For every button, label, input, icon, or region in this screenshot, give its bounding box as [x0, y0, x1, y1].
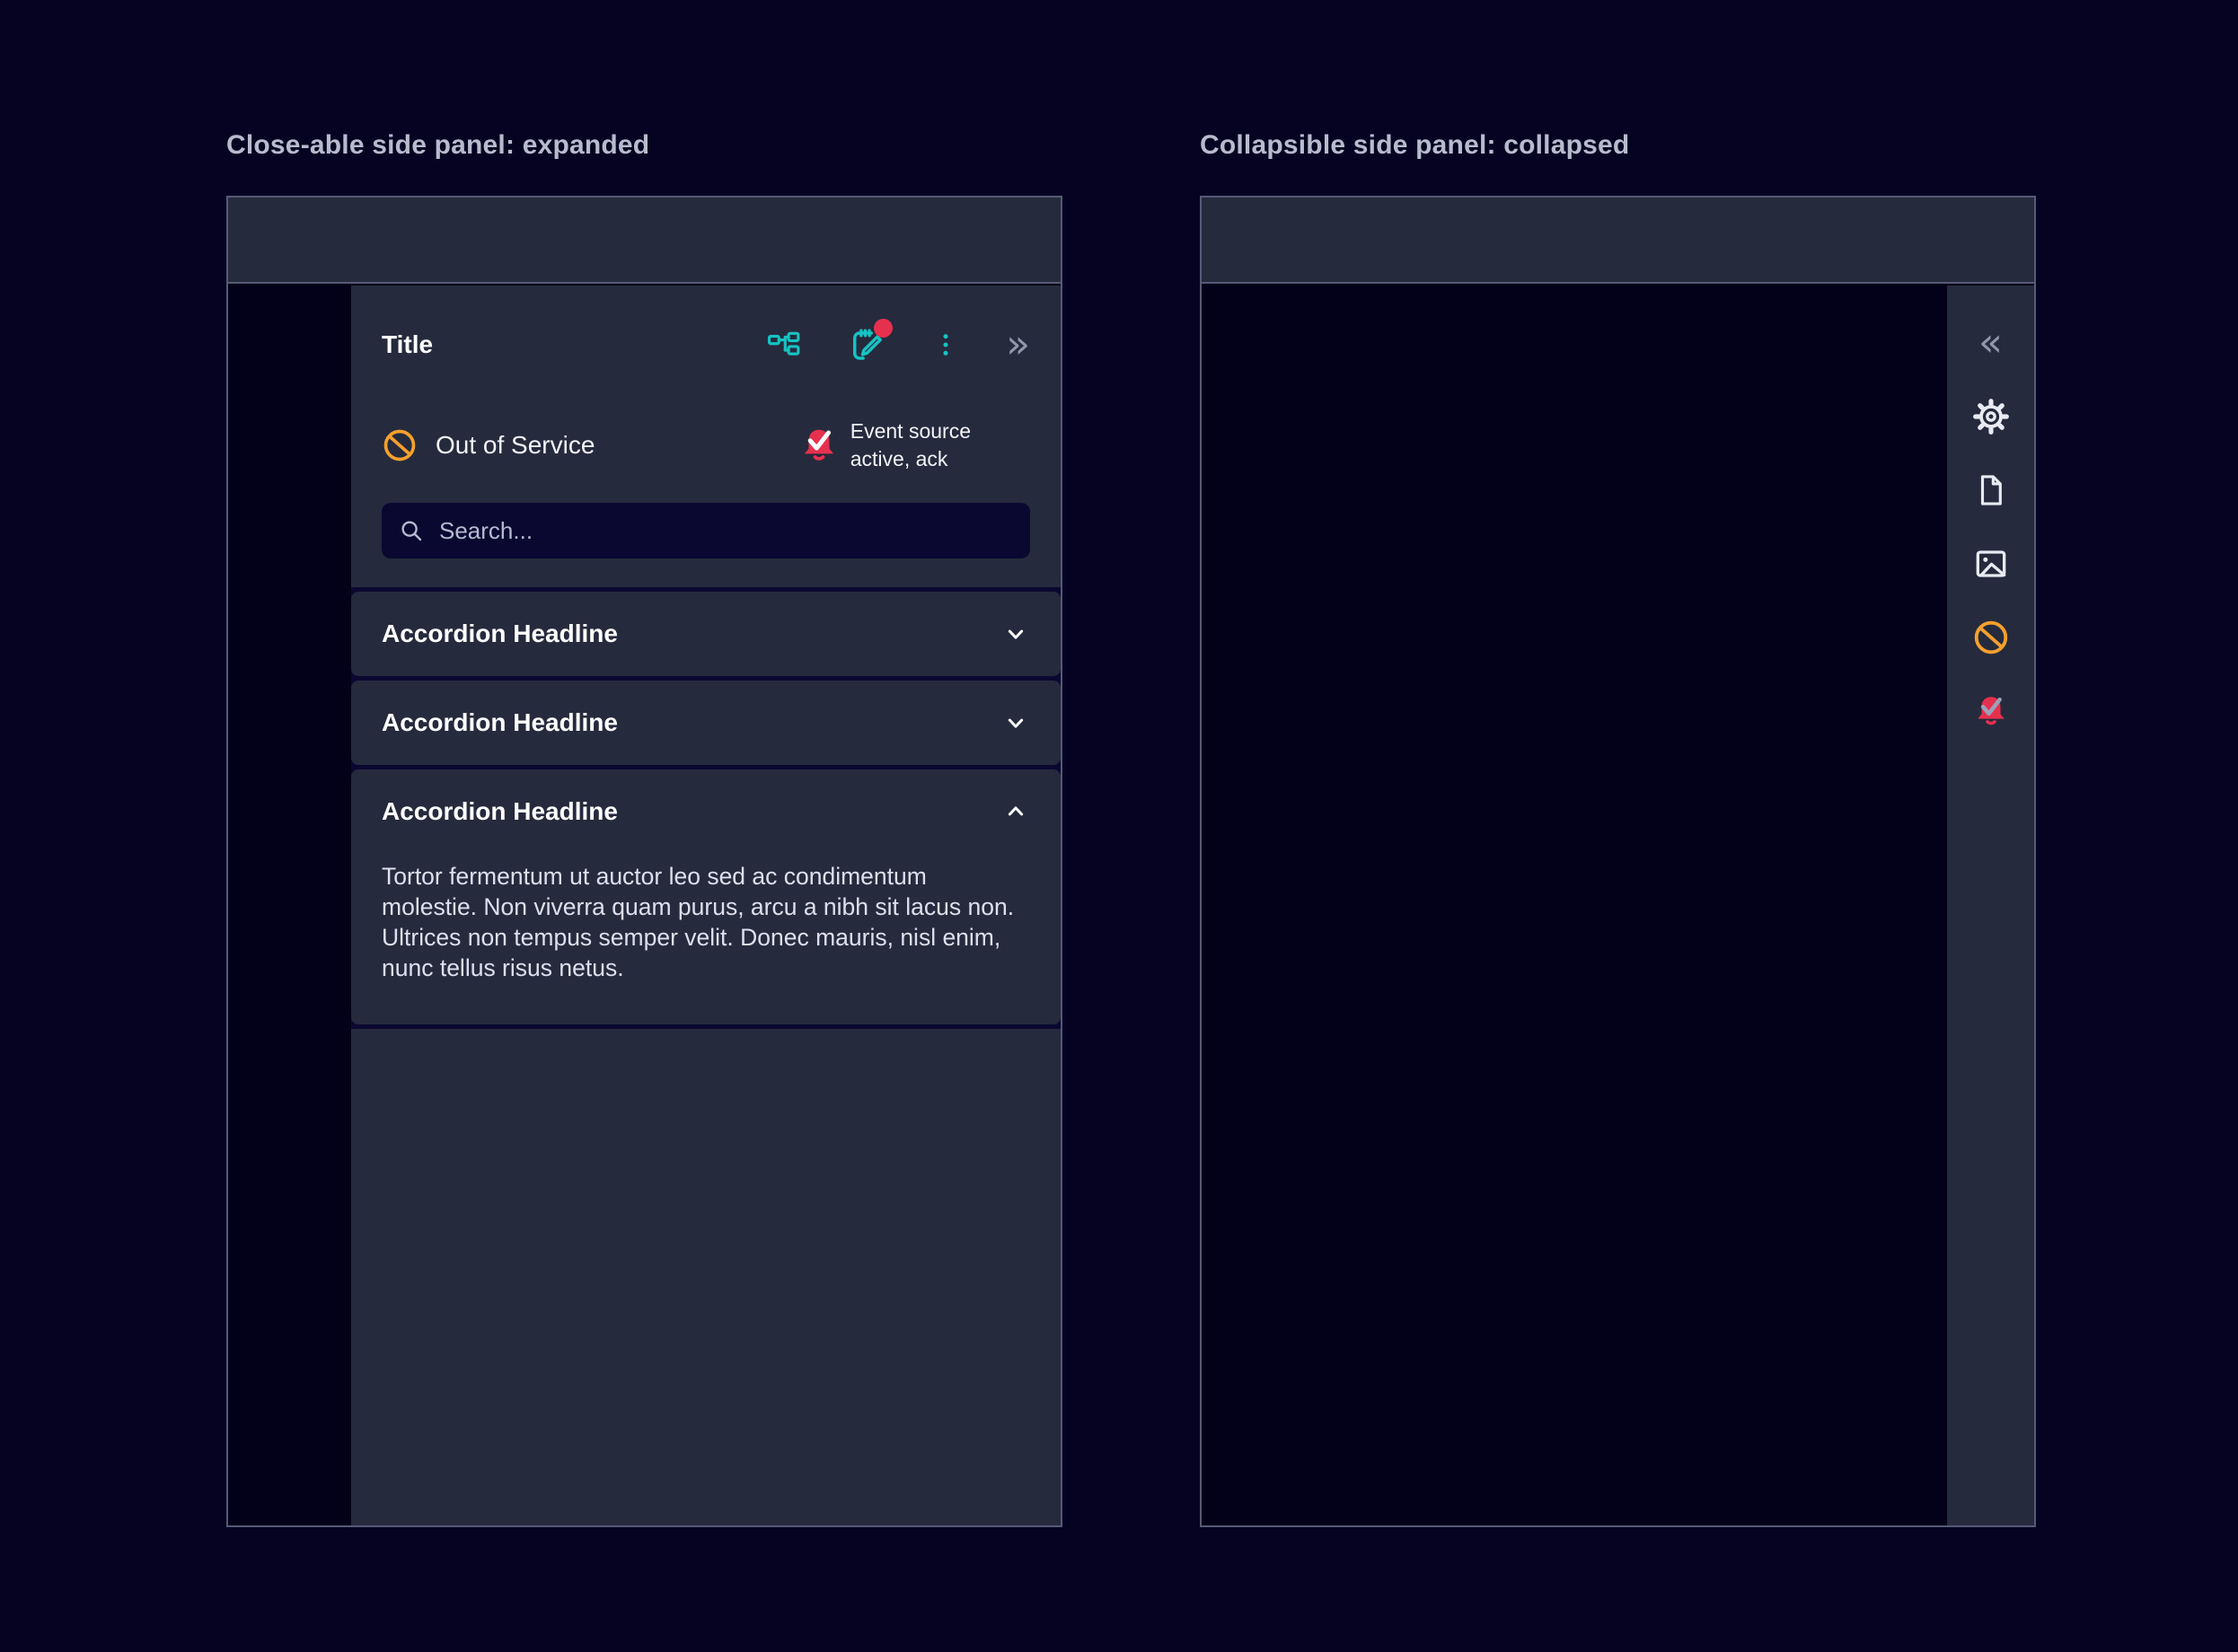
image-icon	[1973, 546, 2009, 582]
collapse-panel-button[interactable]: »	[1006, 327, 1030, 363]
document-button[interactable]	[1969, 469, 2013, 512]
note-edit-button[interactable]	[846, 325, 886, 365]
accordion-header-2[interactable]: Accordion Headline	[351, 681, 1061, 765]
event-ack-icon	[1972, 692, 2010, 730]
content-area	[1202, 286, 1947, 1525]
panel-header: Title	[351, 318, 1061, 372]
side-panel-collapsed-rail: «	[1947, 286, 2034, 1525]
hierarchy-icon	[767, 328, 801, 362]
event-text-line2: active, ack	[850, 447, 948, 470]
chevron-down-icon	[1001, 708, 1030, 737]
section-heading-expanded: Close-able side panel: expanded	[226, 126, 1062, 165]
document-icon	[1974, 473, 2008, 507]
section-heading-collapsed: Collapsible side panel: collapsed	[1200, 126, 2036, 165]
event-text-line1: Event source	[850, 419, 971, 443]
status-row: Out of Service Event	[351, 413, 1061, 478]
out-of-service-icon	[1972, 619, 2010, 656]
chevron-down-icon	[1001, 620, 1030, 648]
accordion-section-2: Accordion Headline	[351, 681, 1061, 765]
event-text: Event source active, ack	[850, 417, 971, 473]
expanded-example-group: Close-able side panel: expanded Title	[226, 126, 1062, 1527]
accordion-section-1: Accordion Headline	[351, 592, 1061, 676]
chevron-up-icon	[1001, 797, 1030, 826]
out-of-service-button[interactable]	[1969, 616, 2013, 659]
app-frame-collapsed: «	[1200, 196, 2036, 1527]
hierarchy-button[interactable]	[767, 328, 801, 362]
frame-body: Title	[228, 286, 1061, 1525]
accordion-section-3: Accordion Headline Tortor fermentum ut a…	[351, 769, 1061, 1024]
accordion-label: Accordion Headline	[382, 797, 618, 826]
accordion-header-3[interactable]: Accordion Headline	[351, 769, 1061, 854]
search-box	[382, 503, 1030, 558]
search-icon	[398, 517, 425, 544]
accordion-header-1[interactable]: Accordion Headline	[351, 592, 1061, 676]
app-topbar	[1202, 198, 2034, 284]
content-area	[228, 286, 351, 1525]
image-button[interactable]	[1969, 542, 2013, 585]
panel-title: Title	[382, 330, 433, 359]
event-source-status: Event source active, ack	[798, 417, 971, 473]
stage: Close-able side panel: expanded Title	[0, 0, 2238, 1652]
app-topbar	[228, 198, 1061, 284]
side-panel-expanded: Title	[351, 286, 1061, 1525]
out-of-service-icon	[382, 427, 418, 463]
accordion-body-text: Tortor fermentum ut auctor leo sed ac co…	[351, 854, 1061, 1024]
collapsed-example-group: Collapsible side panel: collapsed «	[1200, 126, 2036, 1527]
out-of-service-status: Out of Service	[382, 427, 595, 463]
expand-panel-button[interactable]: «	[1969, 321, 2013, 365]
panel-header-actions: »	[767, 325, 1030, 365]
search-input[interactable]	[439, 517, 1014, 545]
settings-icon	[1973, 399, 2009, 435]
notification-badge	[874, 319, 893, 338]
app-frame-expanded: Title	[226, 196, 1062, 1527]
event-ack-icon	[798, 425, 840, 466]
accordion-group: Accordion Headline Accordion Headl	[351, 587, 1061, 1029]
frame-body: «	[1202, 286, 2034, 1525]
collapse-left-icon: «	[1978, 325, 2003, 361]
accordion-label: Accordion Headline	[382, 708, 618, 737]
settings-button[interactable]	[1969, 395, 2013, 438]
event-ack-button[interactable]	[1969, 690, 2013, 733]
kebab-menu-icon	[930, 330, 961, 360]
collapse-right-icon: »	[1006, 327, 1030, 363]
accordion-label: Accordion Headline	[382, 620, 618, 648]
kebab-menu-button[interactable]	[930, 330, 961, 360]
status-label: Out of Service	[436, 431, 595, 460]
